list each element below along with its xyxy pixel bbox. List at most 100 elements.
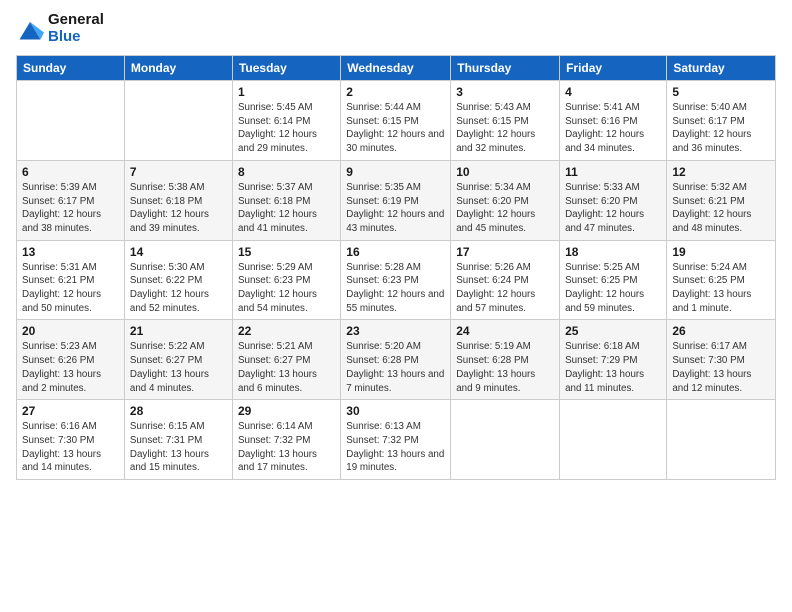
calendar-cell: 10 Sunrise: 5:34 AM Sunset: 6:20 PM Dayli… (451, 160, 560, 240)
day-number: 19 (672, 245, 770, 259)
day-number: 8 (238, 165, 335, 179)
day-info: Sunrise: 5:39 AM Sunset: 6:17 PM Dayligh… (22, 181, 119, 236)
day-info: Sunrise: 5:37 AM Sunset: 6:18 PM Dayligh… (238, 181, 335, 236)
day-number: 18 (565, 245, 661, 259)
calendar-cell (451, 400, 560, 480)
calendar-cell: 15 Sunrise: 5:29 AM Sunset: 6:23 PM Dayli… (232, 240, 340, 320)
day-info: Sunrise: 5:40 AM Sunset: 6:17 PM Dayligh… (672, 101, 770, 156)
day-number: 11 (565, 165, 661, 179)
calendar-table: SundayMondayTuesdayWednesdayThursdayFrid… (16, 55, 776, 480)
day-number: 28 (130, 404, 227, 418)
calendar-day-header: Sunday (17, 56, 125, 81)
logo: General Blue (16, 12, 104, 45)
day-info: Sunrise: 5:20 AM Sunset: 6:28 PM Dayligh… (346, 340, 445, 395)
calendar-header-row: SundayMondayTuesdayWednesdayThursdayFrid… (17, 56, 776, 81)
day-number: 9 (346, 165, 445, 179)
calendar-cell: 21 Sunrise: 5:22 AM Sunset: 6:27 PM Dayli… (124, 320, 232, 400)
day-info: Sunrise: 5:28 AM Sunset: 6:23 PM Dayligh… (346, 261, 445, 316)
day-number: 24 (456, 324, 554, 338)
page: General Blue SundayMondayTuesdayWednesda… (0, 0, 792, 612)
calendar-cell: 18 Sunrise: 5:25 AM Sunset: 6:25 PM Dayli… (560, 240, 667, 320)
calendar-cell: 3 Sunrise: 5:43 AM Sunset: 6:15 PM Daylig… (451, 81, 560, 161)
calendar-cell: 30 Sunrise: 6:13 AM Sunset: 7:32 PM Dayli… (341, 400, 451, 480)
calendar-cell: 24 Sunrise: 5:19 AM Sunset: 6:28 PM Dayli… (451, 320, 560, 400)
calendar-cell: 17Sunrise: 5:26 AM Sunset: 6:24 PM Dayli… (451, 240, 560, 320)
calendar-week-row: 27Sunrise: 6:16 AM Sunset: 7:30 PM Dayli… (17, 400, 776, 480)
calendar-day-header: Wednesday (341, 56, 451, 81)
day-info: Sunrise: 5:19 AM Sunset: 6:28 PM Dayligh… (456, 340, 554, 395)
calendar-cell: 13 Sunrise: 5:31 AM Sunset: 6:21 PM Dayli… (17, 240, 125, 320)
calendar-cell: 11 Sunrise: 5:33 AM Sunset: 6:20 PM Dayli… (560, 160, 667, 240)
logo-text: General Blue (48, 12, 104, 45)
calendar-cell: 29Sunrise: 6:14 AM Sunset: 7:32 PM Dayli… (232, 400, 340, 480)
day-info: Sunrise: 5:44 AM Sunset: 6:15 PM Dayligh… (346, 101, 445, 156)
day-number: 15 (238, 245, 335, 259)
calendar-day-header: Tuesday (232, 56, 340, 81)
calendar-week-row: 13 Sunrise: 5:31 AM Sunset: 6:21 PM Dayli… (17, 240, 776, 320)
day-info: Sunrise: 5:33 AM Sunset: 6:20 PM Dayligh… (565, 181, 661, 236)
day-number: 29 (238, 404, 335, 418)
day-info: Sunrise: 5:45 AM Sunset: 6:14 PM Dayligh… (238, 101, 335, 156)
logo-icon (16, 15, 44, 43)
calendar-cell: 25 Sunrise: 6:18 AM Sunset: 7:29 PM Dayli… (560, 320, 667, 400)
day-number: 10 (456, 165, 554, 179)
calendar-cell (560, 400, 667, 480)
day-number: 17 (456, 245, 554, 259)
day-info: Sunrise: 5:21 AM Sunset: 6:27 PM Dayligh… (238, 340, 335, 395)
day-number: 13 (22, 245, 119, 259)
calendar-cell: 27Sunrise: 6:16 AM Sunset: 7:30 PM Dayli… (17, 400, 125, 480)
calendar-week-row: 1 Sunrise: 5:45 AM Sunset: 6:14 PM Daylig… (17, 81, 776, 161)
day-info: Sunrise: 5:30 AM Sunset: 6:22 PM Dayligh… (130, 261, 227, 316)
day-number: 25 (565, 324, 661, 338)
calendar-cell (124, 81, 232, 161)
day-number: 21 (130, 324, 227, 338)
day-info: Sunrise: 6:17 AM Sunset: 7:30 PM Dayligh… (672, 340, 770, 395)
calendar-day-header: Saturday (667, 56, 776, 81)
calendar-day-header: Thursday (451, 56, 560, 81)
day-info: Sunrise: 5:24 AM Sunset: 6:25 PM Dayligh… (672, 261, 770, 316)
day-info: Sunrise: 6:15 AM Sunset: 7:31 PM Dayligh… (130, 420, 227, 475)
day-number: 14 (130, 245, 227, 259)
calendar-cell (17, 81, 125, 161)
day-number: 26 (672, 324, 770, 338)
calendar-cell: 28 Sunrise: 6:15 AM Sunset: 7:31 PM Dayli… (124, 400, 232, 480)
day-info: Sunrise: 5:43 AM Sunset: 6:15 PM Dayligh… (456, 101, 554, 156)
calendar-cell: 14 Sunrise: 5:30 AM Sunset: 6:22 PM Dayli… (124, 240, 232, 320)
day-number: 12 (672, 165, 770, 179)
day-info: Sunrise: 5:29 AM Sunset: 6:23 PM Dayligh… (238, 261, 335, 316)
calendar-cell: 22Sunrise: 5:21 AM Sunset: 6:27 PM Dayli… (232, 320, 340, 400)
day-info: Sunrise: 5:34 AM Sunset: 6:20 PM Dayligh… (456, 181, 554, 236)
calendar-cell: 16 Sunrise: 5:28 AM Sunset: 6:23 PM Dayli… (341, 240, 451, 320)
calendar-week-row: 6 Sunrise: 5:39 AM Sunset: 6:17 PM Daylig… (17, 160, 776, 240)
day-number: 3 (456, 85, 554, 99)
day-number: 16 (346, 245, 445, 259)
day-number: 5 (672, 85, 770, 99)
day-number: 30 (346, 404, 445, 418)
day-number: 6 (22, 165, 119, 179)
calendar-day-header: Friday (560, 56, 667, 81)
day-number: 4 (565, 85, 661, 99)
calendar-cell: 2Sunrise: 5:44 AM Sunset: 6:15 PM Daylig… (341, 81, 451, 161)
calendar-week-row: 20Sunrise: 5:23 AM Sunset: 6:26 PM Dayli… (17, 320, 776, 400)
calendar-cell: 7Sunrise: 5:38 AM Sunset: 6:18 PM Daylig… (124, 160, 232, 240)
day-info: Sunrise: 5:31 AM Sunset: 6:21 PM Dayligh… (22, 261, 119, 316)
day-number: 7 (130, 165, 227, 179)
calendar-cell: 20Sunrise: 5:23 AM Sunset: 6:26 PM Dayli… (17, 320, 125, 400)
header: General Blue (16, 12, 776, 45)
day-info: Sunrise: 5:25 AM Sunset: 6:25 PM Dayligh… (565, 261, 661, 316)
day-info: Sunrise: 6:13 AM Sunset: 7:32 PM Dayligh… (346, 420, 445, 475)
calendar-cell: 9Sunrise: 5:35 AM Sunset: 6:19 PM Daylig… (341, 160, 451, 240)
day-number: 1 (238, 85, 335, 99)
calendar-cell: 4 Sunrise: 5:41 AM Sunset: 6:16 PM Daylig… (560, 81, 667, 161)
calendar-cell: 19 Sunrise: 5:24 AM Sunset: 6:25 PM Dayli… (667, 240, 776, 320)
day-info: Sunrise: 5:41 AM Sunset: 6:16 PM Dayligh… (565, 101, 661, 156)
day-number: 23 (346, 324, 445, 338)
day-info: Sunrise: 6:18 AM Sunset: 7:29 PM Dayligh… (565, 340, 661, 395)
calendar-cell: 23 Sunrise: 5:20 AM Sunset: 6:28 PM Dayli… (341, 320, 451, 400)
day-info: Sunrise: 5:22 AM Sunset: 6:27 PM Dayligh… (130, 340, 227, 395)
calendar-cell: 8 Sunrise: 5:37 AM Sunset: 6:18 PM Daylig… (232, 160, 340, 240)
day-number: 27 (22, 404, 119, 418)
calendar-cell: 6 Sunrise: 5:39 AM Sunset: 6:17 PM Daylig… (17, 160, 125, 240)
calendar-cell (667, 400, 776, 480)
calendar-cell: 12Sunrise: 5:32 AM Sunset: 6:21 PM Dayli… (667, 160, 776, 240)
